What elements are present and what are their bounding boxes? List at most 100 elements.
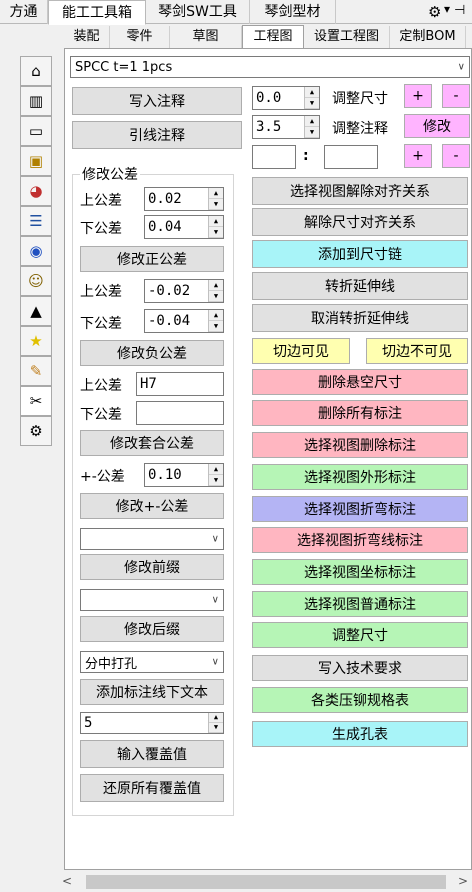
spin-buttons[interactable]: ▲ ▼	[208, 188, 223, 210]
modify-plus-minus-button[interactable]: 修改+-公差	[80, 493, 224, 519]
field-minus-button[interactable]: -	[442, 144, 470, 168]
normal-annotation-button[interactable]: 选择视图普通标注	[252, 591, 468, 617]
modify-prefix-button[interactable]: 修改前缀	[80, 554, 224, 580]
home-icon[interactable]: ⌂	[20, 56, 52, 86]
unalign-view-button[interactable]: 选择视图解除对齐关系	[252, 177, 468, 205]
coordinate-annotation-button[interactable]: 选择视图坐标标注	[252, 559, 468, 585]
modify-note-button[interactable]: 修改	[404, 114, 470, 138]
delete-all-annotations-button[interactable]: 删除所有标注	[252, 400, 468, 426]
add-to-chain-button[interactable]: 添加到尺寸链	[252, 240, 468, 268]
chevron-down-icon[interactable]: ▾	[444, 2, 450, 16]
scroll-left-icon[interactable]: <	[62, 874, 72, 888]
bend-line-annotation-button[interactable]: 选择视图折弯线标注	[252, 527, 468, 553]
edit-icon[interactable]: ✎	[20, 356, 52, 386]
spin-buttons[interactable]: ▲ ▼	[304, 87, 319, 109]
tab-drawing-settings[interactable]: 设置工程图	[304, 26, 390, 48]
modify-positive-button[interactable]: 修改正公差	[80, 246, 224, 272]
tangent-visible-button[interactable]: 切边可见	[252, 338, 350, 364]
scrollbar-thumb[interactable]	[86, 875, 446, 889]
spin-buttons[interactable]: ▲ ▼	[208, 280, 223, 302]
tab-sketch[interactable]: 草图	[170, 26, 242, 48]
neg-lower-value: -0.04	[148, 313, 191, 329]
drawing-icon[interactable]: ▣	[20, 146, 52, 176]
horizontal-scrollbar[interactable]: < >	[56, 872, 472, 892]
tab-part[interactable]: 零件	[110, 26, 170, 48]
count-input[interactable]: 5 ▲ ▼	[80, 712, 224, 734]
list-icon[interactable]: ☰	[20, 206, 52, 236]
plus-minus-value: 0.10	[148, 467, 182, 483]
prefix-select[interactable]: ∨	[80, 528, 224, 550]
add-text-below-button[interactable]: 添加标注线下文本	[80, 679, 224, 705]
spin-buttons[interactable]: ▲ ▼	[208, 216, 223, 238]
tangent-invisible-button[interactable]: 切边不可见	[366, 338, 468, 364]
note-adjust-value: 3.5	[256, 119, 282, 135]
count-value: 5	[84, 715, 93, 731]
tools-icon[interactable]: ✂	[20, 386, 52, 416]
adjust-dimension-button[interactable]: 调整尺寸	[252, 622, 468, 648]
suffix-select[interactable]: ∨	[80, 589, 224, 611]
leader-note-button[interactable]: 引线注释	[72, 121, 242, 149]
dimension-minus-button[interactable]: -	[442, 84, 470, 108]
tab-toolbox[interactable]: 能工工具箱	[48, 0, 146, 25]
fit-lower-input[interactable]	[136, 401, 224, 425]
tab-drawing[interactable]: 工程图	[242, 25, 304, 49]
bend-annotation-button[interactable]: 选择视图折弯标注	[252, 496, 468, 522]
write-note-button[interactable]: 写入注释	[72, 87, 242, 115]
hole-type-value: 分中打孔	[85, 656, 138, 672]
input-override-button[interactable]: 输入覆盖值	[80, 740, 224, 768]
outline-annotation-button[interactable]: 选择视图外形标注	[252, 464, 468, 490]
scroll-right-icon[interactable]: >	[458, 874, 468, 888]
modify-suffix-button[interactable]: 修改后缀	[80, 616, 224, 642]
cube-icon[interactable]: ▥	[20, 86, 52, 116]
neg-lower-input[interactable]: -0.04 ▲ ▼	[144, 309, 224, 333]
spin-buttons[interactable]: ▲ ▼	[208, 713, 223, 733]
tab-profiles[interactable]: 琴剑型材	[250, 0, 336, 24]
color-wheel-icon[interactable]: ◕	[20, 176, 52, 206]
lower-tolerance-label: 下公差	[80, 407, 122, 423]
dimension-adjust-input[interactable]: 0.0 ▲ ▼	[252, 86, 320, 110]
tab-sw-tools[interactable]: 琴剑SW工具	[146, 0, 250, 24]
plus-minus-label: +-公差	[80, 469, 125, 485]
neg-upper-input[interactable]: -0.02 ▲ ▼	[144, 279, 224, 303]
pos-lower-input[interactable]: 0.04 ▲ ▼	[144, 215, 224, 239]
generate-hole-table-button[interactable]: 生成孔表	[252, 721, 468, 747]
hole-type-select[interactable]: 分中打孔 ∨	[80, 651, 224, 673]
gear-icon[interactable]: ⚙	[20, 416, 52, 446]
graduation-cap-icon[interactable]: ▲	[20, 296, 52, 326]
unalign-dimension-button[interactable]: 解除尺寸对齐关系	[252, 208, 468, 236]
gear-icon[interactable]: ⚙	[428, 3, 441, 21]
delete-view-annotations-button[interactable]: 选择视图删除标注	[252, 432, 468, 458]
modify-negative-button[interactable]: 修改负公差	[80, 340, 224, 366]
spin-buttons[interactable]: ▲ ▼	[208, 464, 223, 486]
field-b-input[interactable]	[324, 145, 378, 169]
restore-override-button[interactable]: 还原所有覆盖值	[80, 774, 224, 802]
folder-icon[interactable]: ▭	[20, 116, 52, 146]
fit-upper-input[interactable]: H7	[136, 372, 224, 396]
field-a-input[interactable]	[252, 145, 296, 169]
pin-icon[interactable]: ⊣	[454, 3, 465, 18]
sidebar: ⌂ ▥ ▭ ▣ ◕ ☰ ◉ ☺ ▲ ★ ✎ ✂ ⚙	[20, 56, 54, 446]
star-icon[interactable]: ★	[20, 326, 52, 356]
delete-dangling-dims-button[interactable]: 删除悬空尺寸	[252, 369, 468, 395]
dimension-adjust-value: 0.0	[256, 90, 282, 106]
write-tech-requirements-button[interactable]: 写入技术要求	[252, 655, 468, 681]
tab-fangtong[interactable]: 方通	[0, 0, 48, 24]
chevron-down-icon: ∨	[211, 594, 219, 606]
dimension-plus-button[interactable]: +	[404, 84, 432, 108]
modify-fit-button[interactable]: 修改套合公差	[80, 430, 224, 456]
user-icon[interactable]: ☺	[20, 266, 52, 296]
pos-upper-input[interactable]: 0.02 ▲ ▼	[144, 187, 224, 211]
material-select[interactable]: SPCC t=1 1pcs ∨	[70, 56, 470, 78]
plus-minus-input[interactable]: 0.10 ▲ ▼	[144, 463, 224, 487]
field-plus-button[interactable]: +	[404, 144, 432, 168]
tab-assembly[interactable]: 装配	[64, 26, 110, 48]
pos-upper-value: 0.02	[148, 191, 182, 207]
cancel-jog-extension-button[interactable]: 取消转折延伸线	[252, 304, 468, 332]
spin-buttons[interactable]: ▲ ▼	[208, 310, 223, 332]
globe-icon[interactable]: ◉	[20, 236, 52, 266]
press-rivet-table-button[interactable]: 各类压铆规格表	[252, 687, 468, 713]
tab-custom-bom[interactable]: 定制BOM	[390, 26, 466, 48]
note-adjust-input[interactable]: 3.5 ▲ ▼	[252, 115, 320, 139]
spin-buttons[interactable]: ▲ ▼	[304, 116, 319, 138]
jog-extension-button[interactable]: 转折延伸线	[252, 272, 468, 300]
